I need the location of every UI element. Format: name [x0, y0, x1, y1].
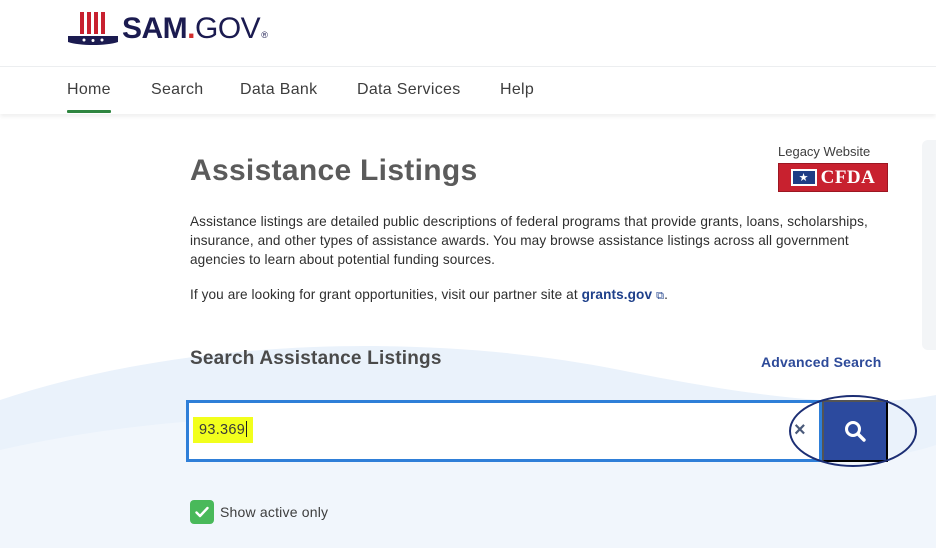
legacy-website-label: Legacy Website: [778, 144, 871, 159]
nav-help[interactable]: Help: [500, 81, 534, 99]
nav-data-services[interactable]: Data Services: [357, 81, 461, 99]
partner-paragraph: If you are looking for grant opportuniti…: [190, 287, 668, 303]
cfda-badge-text: CFDA: [820, 166, 876, 188]
search-input-value: 93.369: [193, 417, 254, 443]
search-input[interactable]: 93.369: [186, 400, 822, 462]
show-active-checkbox[interactable]: [190, 500, 214, 524]
advanced-search-link[interactable]: Advanced Search: [761, 354, 882, 370]
sam-gov-logo[interactable]: SAM. GOV ®: [66, 8, 268, 50]
text-caret: [246, 421, 248, 437]
nav-search[interactable]: Search: [151, 81, 204, 99]
description-paragraph: Assistance listings are detailed public …: [190, 214, 868, 267]
flag-star-icon: ★: [790, 169, 817, 186]
checkmark-icon: [195, 506, 209, 518]
logo-wordmark: SAM. GOV ®: [122, 12, 268, 46]
grants-gov-link[interactable]: grants.gov: [582, 287, 653, 302]
logo-gov-text: GOV: [195, 12, 261, 45]
page-title: Assistance Listings: [190, 154, 478, 187]
cfda-legacy-link[interactable]: ★ CFDA: [778, 163, 888, 192]
search-value-text: 93.369: [199, 422, 246, 438]
logo-dot: .: [187, 12, 196, 45]
partner-suffix: .: [664, 287, 668, 302]
search-heading: Search Assistance Listings: [190, 348, 442, 369]
main-nav: Home Search Data Bank Data Services Help: [0, 66, 936, 114]
show-active-label[interactable]: Show active only: [220, 504, 328, 520]
nav-home[interactable]: Home: [67, 81, 111, 113]
logo-sam-text: SAM: [122, 12, 188, 45]
partner-text: If you are looking for grant opportuniti…: [190, 287, 578, 302]
uncle-sam-hat-icon: [68, 12, 118, 45]
logo-registered-mark: ®: [261, 30, 268, 40]
annotation-circle: [789, 395, 917, 467]
nav-data-bank[interactable]: Data Bank: [240, 81, 317, 99]
external-link-icon: ⧉: [656, 290, 665, 302]
side-panel-edge: [922, 140, 936, 350]
